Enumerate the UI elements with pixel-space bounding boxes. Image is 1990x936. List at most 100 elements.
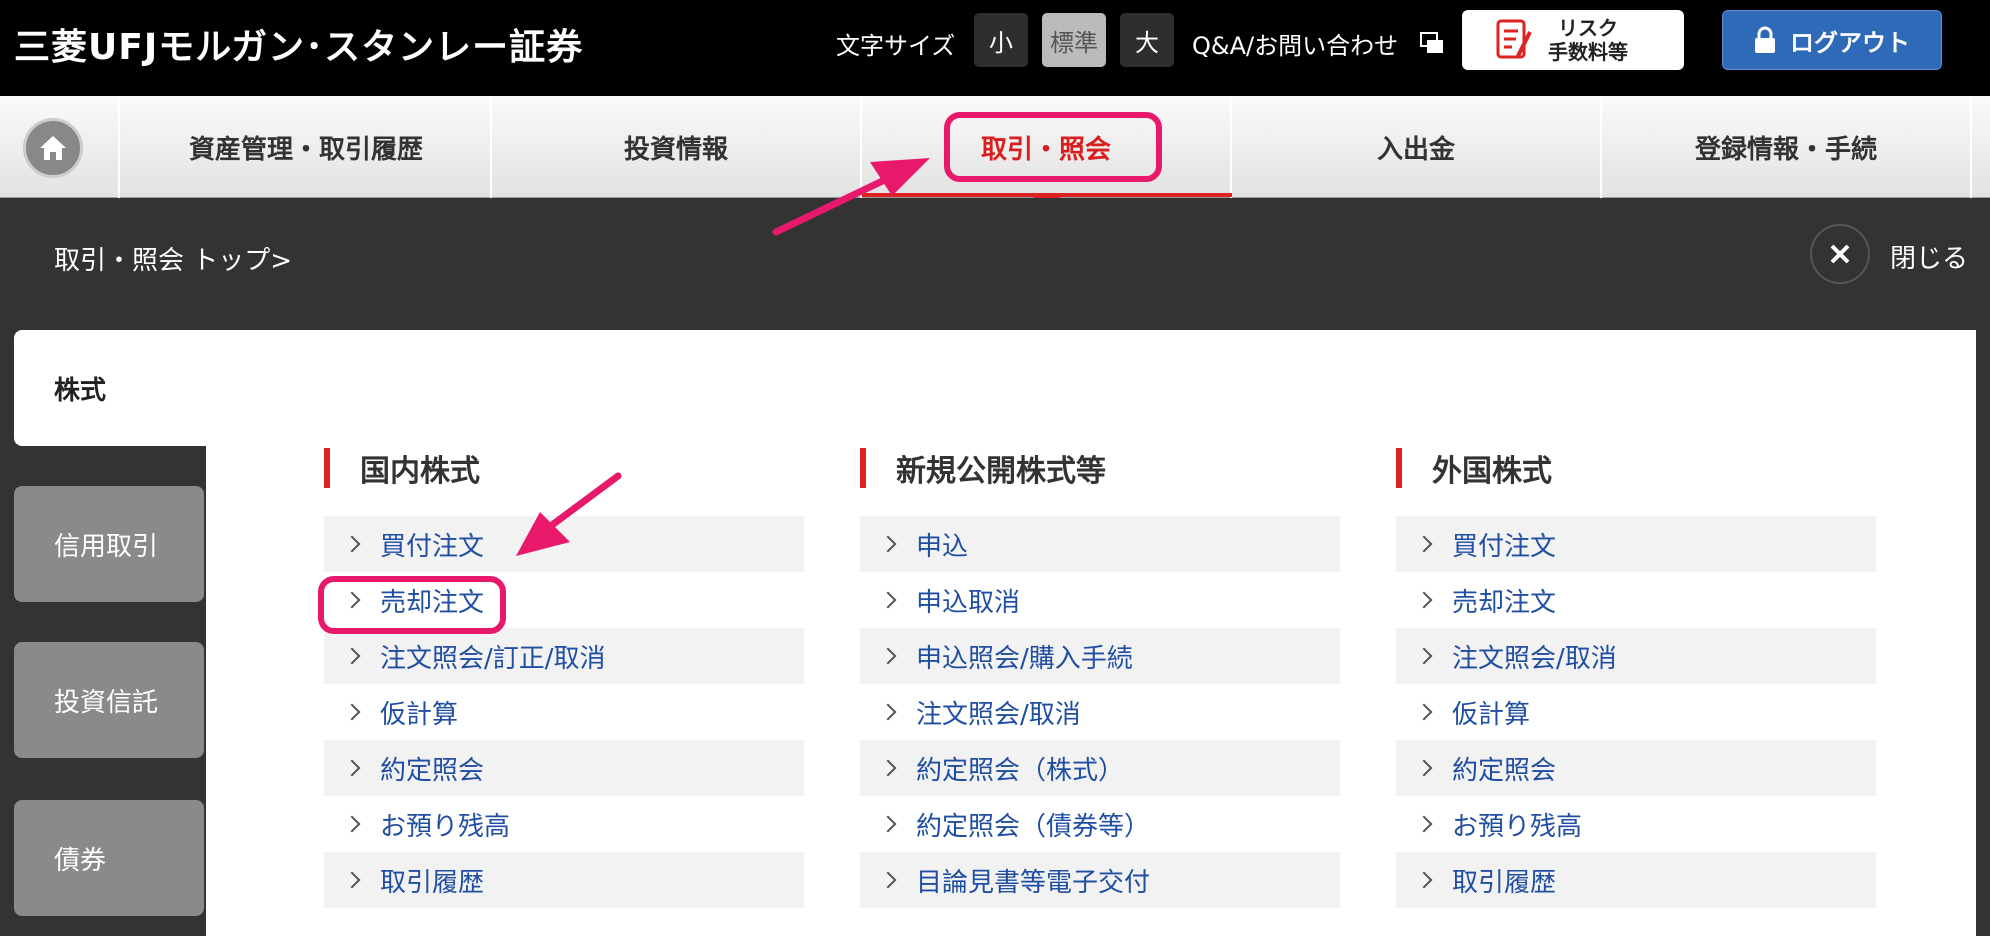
lock-icon bbox=[1755, 26, 1775, 53]
menu-item-order-inquiry[interactable]: 注文照会/訂正/取消 bbox=[324, 628, 804, 684]
home-button[interactable] bbox=[23, 118, 83, 178]
menu-item-trial-calculation[interactable]: 仮計算 bbox=[324, 684, 804, 740]
menu-item-buy-order[interactable]: 買付注文 bbox=[324, 516, 804, 572]
menu-item-label: 注文照会/訂正/取消 bbox=[380, 643, 606, 674]
menu-item-label: 買付注文 bbox=[1452, 531, 1557, 562]
tab-stocks[interactable]: 株式 bbox=[14, 330, 206, 446]
column-title: 国内株式 bbox=[324, 448, 804, 489]
close-icon bbox=[1830, 244, 1850, 264]
menu-item-application-inquiry[interactable]: 申込照会/購入手続 bbox=[860, 628, 1340, 684]
chevron-right-icon bbox=[1415, 591, 1433, 609]
chevron-right-icon bbox=[343, 759, 361, 777]
chevron-right-icon bbox=[879, 871, 897, 889]
menu-item-execution-stocks[interactable]: 約定照会（株式） bbox=[860, 740, 1340, 796]
menu-item-label: 目論見書等電子交付 bbox=[916, 867, 1151, 898]
menu-item-label: 申込取消 bbox=[916, 587, 1021, 618]
chevron-right-icon bbox=[343, 815, 361, 833]
column-title: 外国株式 bbox=[1396, 448, 1876, 489]
chevron-right-icon bbox=[1415, 815, 1433, 833]
nav-deposit-withdrawal[interactable]: 入出金 bbox=[1232, 96, 1602, 198]
menu-list: 買付注文 売却注文 注文照会/訂正/取消 仮計算 約定照会 お預り残高 取引履歴 bbox=[324, 516, 804, 908]
menu-item-label: 買付注文 bbox=[380, 531, 485, 562]
breadcrumb[interactable]: 取引・照会 トップ> bbox=[54, 240, 292, 277]
chevron-right-icon bbox=[879, 535, 897, 553]
menu-item-label: 約定照会（株式） bbox=[916, 755, 1125, 786]
chevron-right-icon bbox=[1415, 703, 1433, 721]
risk-fees-button[interactable]: リスク 手数料等 bbox=[1462, 10, 1684, 70]
column-title-text: 外国株式 bbox=[1432, 454, 1552, 489]
tab-bonds[interactable]: 債券 bbox=[14, 800, 204, 916]
menu-item-buy-order[interactable]: 買付注文 bbox=[1396, 516, 1876, 572]
menu-item-label: 売却注文 bbox=[1452, 587, 1557, 618]
menu-item-execution-inquiry[interactable]: 約定照会 bbox=[324, 740, 804, 796]
home-icon bbox=[40, 136, 66, 160]
chevron-right-icon bbox=[879, 815, 897, 833]
nav-investment-info[interactable]: 投資情報 bbox=[492, 96, 862, 198]
chevron-right-icon bbox=[1415, 871, 1433, 889]
domestic-stocks-column: 国内株式 買付注文 売却注文 注文照会/訂正/取消 仮計算 約定照会 お預り残高… bbox=[324, 448, 804, 908]
chevron-right-icon bbox=[1415, 647, 1433, 665]
chevron-right-icon bbox=[879, 591, 897, 609]
qa-contact-link[interactable]: Q&A/お問い合わせ bbox=[1192, 26, 1398, 61]
menu-item-order-inquiry[interactable]: 注文照会/取消 bbox=[1396, 628, 1876, 684]
logout-button[interactable]: ログアウト bbox=[1722, 10, 1942, 70]
menu-item-trial-calculation[interactable]: 仮計算 bbox=[1396, 684, 1876, 740]
ipo-column: 新規公開株式等 申込 申込取消 申込照会/購入手続 注文照会/取消 約定照会（株… bbox=[860, 448, 1340, 908]
font-size-label: 文字サイズ bbox=[836, 32, 956, 60]
chevron-right-icon bbox=[343, 647, 361, 665]
menu-item-balance[interactable]: お預り残高 bbox=[1396, 796, 1876, 852]
nav-asset-management[interactable]: 資産管理・取引履歴 bbox=[122, 96, 492, 198]
menu-item-label: 取引履歴 bbox=[1452, 867, 1557, 898]
brand-logo[interactable]: 三菱UFJモルガン･スタンレー証券 bbox=[14, 18, 583, 70]
menu-item-execution-inquiry[interactable]: 約定照会 bbox=[1396, 740, 1876, 796]
risk-label-line2: 手数料等 bbox=[1548, 40, 1628, 64]
menu-item-label: お預り残高 bbox=[1452, 811, 1583, 842]
menu-item-label: 仮計算 bbox=[1452, 699, 1531, 730]
nav-registration[interactable]: 登録情報・手続 bbox=[1602, 96, 1972, 198]
menu-list: 申込 申込取消 申込照会/購入手続 注文照会/取消 約定照会（株式） 約定照会（… bbox=[860, 516, 1340, 908]
chevron-right-icon bbox=[343, 703, 361, 721]
font-size-small-button[interactable]: 小 bbox=[974, 13, 1028, 67]
home-nav-cell bbox=[0, 96, 120, 198]
menu-item-label: 申込照会/購入手続 bbox=[916, 643, 1133, 674]
foreign-stocks-column: 外国株式 買付注文 売却注文 注文照会/取消 仮計算 約定照会 お預り残高 取引… bbox=[1396, 448, 1876, 908]
chevron-right-icon bbox=[343, 535, 361, 553]
tab-investment-trust[interactable]: 投資信託 bbox=[14, 642, 204, 758]
menu-item-sell-order[interactable]: 売却注文 bbox=[1396, 572, 1876, 628]
logout-label: ログアウト bbox=[1790, 28, 1910, 57]
menu-item-label: 約定照会 bbox=[380, 755, 485, 786]
column-title-text: 新規公開株式等 bbox=[896, 454, 1106, 489]
highlight-sell-order bbox=[318, 576, 506, 634]
close-label[interactable]: 閉じる bbox=[1890, 238, 1968, 275]
menu-list: 買付注文 売却注文 注文照会/取消 仮計算 約定照会 お預り残高 取引履歴 bbox=[1396, 516, 1876, 908]
menu-item-trade-history[interactable]: 取引履歴 bbox=[1396, 852, 1876, 908]
menu-item-balance[interactable]: お預り残高 bbox=[324, 796, 804, 852]
font-size-standard-button[interactable]: 標準 bbox=[1042, 13, 1106, 67]
menu-item-label: 取引履歴 bbox=[380, 867, 485, 898]
top-bar: 三菱UFJモルガン･スタンレー証券 文字サイズ 小 標準 大 Q&A/お問い合わ… bbox=[0, 0, 1990, 96]
chevron-right-icon bbox=[1415, 535, 1433, 553]
column-title: 新規公開株式等 bbox=[860, 448, 1340, 489]
menu-item-prospectus[interactable]: 目論見書等電子交付 bbox=[860, 852, 1340, 908]
menu-item-label: 約定照会 bbox=[1452, 755, 1557, 786]
menu-item-label: 約定照会（債券等） bbox=[916, 811, 1151, 842]
tab-margin-trading[interactable]: 信用取引 bbox=[14, 486, 204, 602]
external-window-icon bbox=[1420, 32, 1443, 53]
highlight-trade-inquiry-nav bbox=[944, 112, 1162, 182]
menu-item-order-inquiry[interactable]: 注文照会/取消 bbox=[860, 684, 1340, 740]
menu-item-label: 申込 bbox=[916, 531, 969, 562]
menu-item-apply[interactable]: 申込 bbox=[860, 516, 1340, 572]
chevron-right-icon bbox=[879, 759, 897, 777]
font-size-large-button[interactable]: 大 bbox=[1120, 13, 1174, 67]
menu-item-label: 注文照会/取消 bbox=[1452, 643, 1617, 674]
chevron-right-icon bbox=[1415, 759, 1433, 777]
menu-item-execution-bonds[interactable]: 約定照会（債券等） bbox=[860, 796, 1340, 852]
risk-label-line1: リスク bbox=[1558, 16, 1618, 40]
chevron-right-icon bbox=[879, 647, 897, 665]
column-title-text: 国内株式 bbox=[360, 454, 480, 489]
menu-item-label: お預り残高 bbox=[380, 811, 511, 842]
close-button[interactable] bbox=[1810, 224, 1870, 284]
menu-item-cancel-application[interactable]: 申込取消 bbox=[860, 572, 1340, 628]
menu-item-trade-history[interactable]: 取引履歴 bbox=[324, 852, 804, 908]
menu-item-label: 仮計算 bbox=[380, 699, 459, 730]
